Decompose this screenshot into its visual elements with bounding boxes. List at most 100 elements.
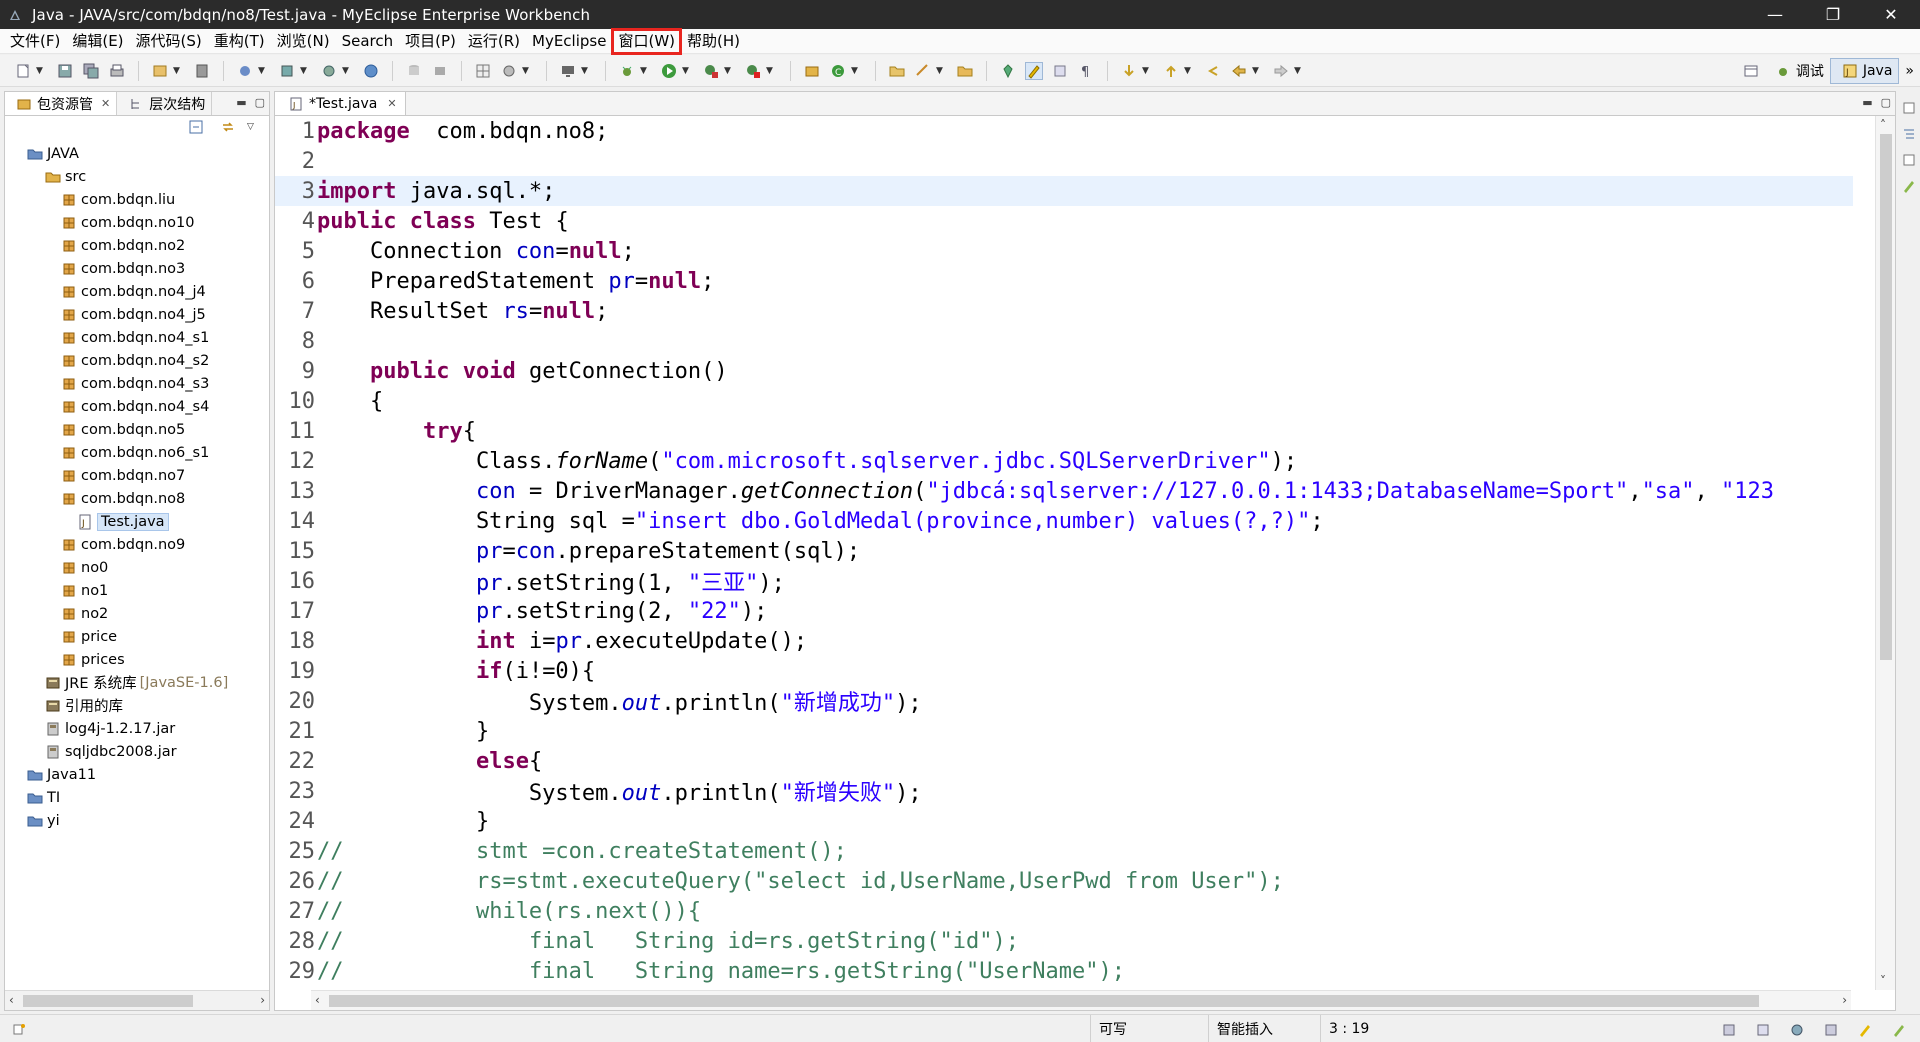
code-line[interactable]: 23 System.out.println("新增失败"); [275,776,1853,807]
tree-item[interactable]: com.bdqn.liu [5,188,269,211]
code-line[interactable]: 26// rs=stmt.executeQuery("select id,Use… [275,866,1853,896]
scroll-down-icon[interactable]: ˅ [1880,974,1886,988]
view-menu-icon[interactable]: ▽ [247,122,257,132]
tree-item[interactable]: com.bdqn.no7 [5,464,269,487]
debug-icon[interactable] [618,62,636,80]
tree-item[interactable]: no0 [5,556,269,579]
tray-globe-icon[interactable] [1788,1021,1806,1039]
menu-edit[interactable]: 编辑(E) [66,29,129,54]
tray-icon-3[interactable] [1822,1021,1840,1039]
search-tool-dropdown-icon[interactable]: ▼ [936,66,946,76]
tree-item[interactable]: yi [5,809,269,832]
perspective-debug[interactable]: 调试 [1764,58,1830,84]
code-line[interactable]: 14 String sql ="insert dbo.GoldMedal(pro… [275,506,1853,536]
minimize-button[interactable]: — [1746,0,1804,29]
tree-item[interactable]: TI [5,786,269,809]
back-icon[interactable] [1230,62,1248,80]
tray-icon-2[interactable] [1754,1021,1772,1039]
new-icon[interactable] [14,62,32,80]
menu-project[interactable]: 项目(P) [399,29,462,54]
editor-vscrollbar[interactable]: ˄ ˅ [1875,116,1895,990]
globe-icon[interactable] [362,62,380,80]
collapse-all-icon[interactable] [187,118,205,136]
tree-item[interactable]: no1 [5,579,269,602]
menu-run[interactable]: 运行(R) [462,29,526,54]
menu-search[interactable]: Search [336,29,400,54]
tree-item[interactable]: com.bdqn.no4_s2 [5,349,269,372]
minimize-view-icon[interactable]: ▬ [236,96,246,109]
code-line[interactable]: 11 try{ [275,416,1853,446]
code-line[interactable]: 12 Class.forName("com.microsoft.sqlserve… [275,446,1853,476]
restore-button[interactable]: ❐ [1804,0,1862,29]
scroll-thumb[interactable] [329,995,1759,1007]
tree-item[interactable]: log4j-1.2.17.jar [5,717,269,740]
menu-navigate[interactable]: 浏览(N) [271,29,336,54]
publish-icon[interactable] [278,62,296,80]
scroll-up-icon[interactable]: ˄ [1880,118,1886,132]
code-line[interactable]: 29// final String name=rs.getString("Use… [275,956,1853,986]
print-icon[interactable] [108,62,126,80]
code-line[interactable]: 4 public class Test { [275,206,1853,236]
perspective-java[interactable]: J Java [1829,58,1900,84]
tree-item[interactable]: com.bdqn.no4_s1 [5,326,269,349]
scroll-left-icon[interactable]: ‹ [315,993,320,1007]
pin-icon[interactable] [999,62,1017,80]
link-with-editor-icon[interactable] [219,118,237,136]
tray-pencil-icon[interactable] [1856,1021,1874,1039]
code-line[interactable]: 27// while(rs.next()){ [275,896,1853,926]
deploy-icon[interactable] [236,62,254,80]
code-line[interactable]: 13 con = DriverManager.getConnection("jd… [275,476,1853,506]
code-line[interactable]: 1 package com.bdqn.no8; [275,116,1853,146]
web-service-icon[interactable] [320,62,338,80]
perspective-overflow[interactable]: » [1899,58,1920,84]
open-type-icon[interactable] [151,62,169,80]
show-whitespace-icon[interactable]: ¶ [1077,62,1095,80]
tree-item[interactable]: prices [5,648,269,671]
search-tool-icon[interactable] [914,62,932,80]
scroll-right-icon[interactable]: › [260,993,265,1007]
prev-annotation-icon[interactable] [1162,62,1180,80]
monitor-dropdown-icon[interactable]: ▼ [581,66,591,76]
tab-test-java[interactable]: J *Test.java ✕ [275,92,406,115]
editor-hscrollbar[interactable]: ‹ › [311,990,1851,1010]
new-class-dropdown-icon[interactable]: ▼ [851,66,861,76]
tree-item[interactable]: com.bdqn.no4_s3 [5,372,269,395]
code-line[interactable]: 9 public void getConnection() [275,356,1853,386]
menu-source[interactable]: 源代码(S) [130,29,208,54]
code-line[interactable]: 25// stmt =con.createStatement(); [275,836,1853,866]
left-panel-hscrollbar[interactable]: ‹ › [5,990,269,1010]
code-line[interactable]: 2 [275,146,1853,176]
menu-myeclipse[interactable]: MyEclipse [526,29,612,54]
mark-occurrences-icon[interactable] [1025,61,1043,80]
new-class-icon[interactable]: C [829,62,847,80]
code-line[interactable]: 7 ResultSet rs=null; [275,296,1853,326]
task-icon[interactable] [956,62,974,80]
tray-icon-4[interactable] [1890,1021,1908,1039]
tree-item[interactable]: JRE 系统库 [JavaSE-1.6] [5,671,269,694]
snippets-icon[interactable] [1900,177,1918,195]
tree-item[interactable]: no2 [5,602,269,625]
coverage-dropdown-icon[interactable]: ▼ [724,66,734,76]
tree-item[interactable]: com.bdqn.no6_s1 [5,441,269,464]
code-line[interactable]: 21 } [275,716,1853,746]
open-perspective-icon[interactable] [1742,62,1760,80]
code-line[interactable]: 10 { [275,386,1853,416]
tray-icon-1[interactable] [1720,1021,1738,1039]
menu-refactor[interactable]: 重构(T) [208,29,271,54]
scroll-left-icon[interactable]: ‹ [9,993,14,1007]
code-line[interactable]: 18 int i=pr.executeUpdate(); [275,626,1853,656]
back-dropdown-icon[interactable]: ▼ [1252,66,1262,76]
coverage-icon[interactable] [702,62,720,80]
tree-item[interactable]: com.bdqn.no5 [5,418,269,441]
close-icon[interactable]: ✕ [387,97,396,110]
code-line[interactable]: 24 } [275,806,1853,836]
external-tools-dropdown-icon[interactable]: ▼ [766,66,776,76]
tree-item[interactable]: com.bdqn.no3 [5,257,269,280]
code-area[interactable]: 1 package com.bdqn.no8; 2 3 import java.sql.… [275,116,1853,990]
close-icon[interactable]: ✕ [101,97,110,110]
forward-icon[interactable] [1272,62,1290,80]
new-dropdown-icon[interactable]: ▼ [36,66,46,76]
code-line[interactable]: 6 PreparedStatement pr=null; [275,266,1853,296]
tree-item[interactable]: 引用的库 [5,694,269,717]
tab-hierarchy[interactable]: 层次结构 [117,92,213,115]
